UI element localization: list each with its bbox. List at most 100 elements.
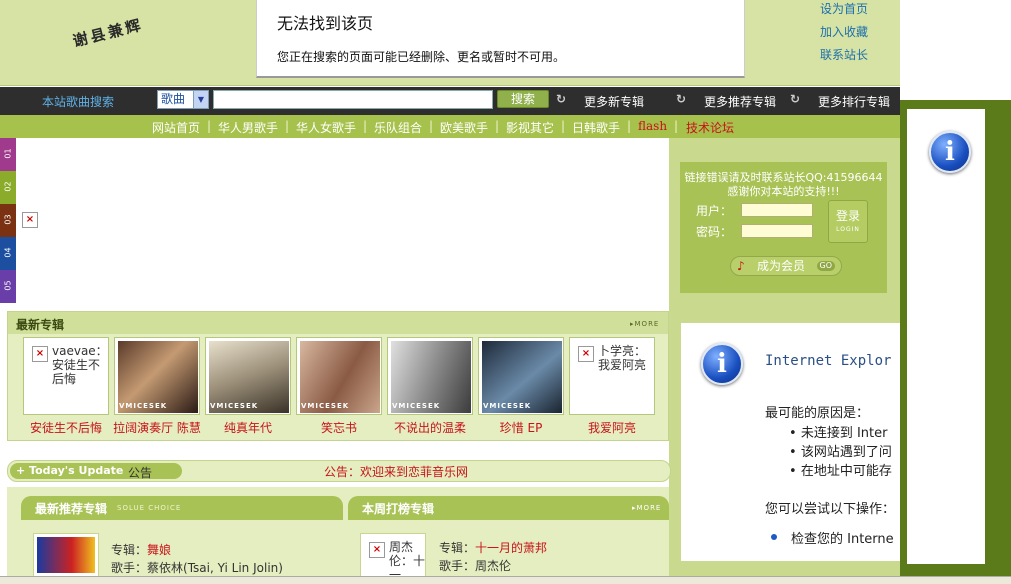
new-albums-header: 最新专辑 ▸MORE bbox=[8, 312, 668, 334]
album-thumb[interactable]: VMICESEK bbox=[296, 337, 382, 415]
broken-image-icon: × bbox=[369, 542, 385, 558]
side-tab-05[interactable]: 05 bbox=[0, 270, 16, 303]
error-title: 无法找到该页 bbox=[277, 14, 374, 33]
nav-jpkr[interactable]: 日韩歌手 bbox=[572, 119, 620, 136]
refresh-icon[interactable]: ↻ bbox=[790, 92, 800, 106]
recommended-album: 专辑：舞娘 bbox=[111, 543, 172, 557]
side-tab-03[interactable]: 03 bbox=[0, 204, 16, 237]
nav-male-singers[interactable]: 华人男歌手 bbox=[218, 119, 278, 136]
weekly-album: 专辑：十一月的萧邦 bbox=[439, 541, 548, 555]
album-caption[interactable]: 纯真年代 bbox=[198, 419, 298, 436]
contact-admin-link[interactable]: 联系站长 bbox=[820, 46, 868, 63]
set-homepage-link[interactable]: 设为首页 bbox=[820, 0, 868, 17]
search-button[interactable]: 搜索 bbox=[497, 90, 549, 108]
nav-home[interactable]: 网站首页 bbox=[152, 119, 200, 136]
nav-film[interactable]: 影视其它 bbox=[506, 119, 554, 136]
ie-reason-heading: 最可能的原因是： bbox=[765, 406, 870, 421]
nav-divider: | bbox=[674, 119, 679, 133]
ie-info-panel: i bbox=[907, 109, 985, 564]
info-icon: i bbox=[701, 343, 743, 385]
section-title: 最新专辑 bbox=[16, 318, 65, 332]
weekly-header: 本周打榜专辑 ▸MORE bbox=[348, 496, 669, 520]
album-caption[interactable]: 拉阔演奏厅 陈慧 bbox=[107, 419, 207, 436]
side-tab-02[interactable]: 02 bbox=[0, 171, 16, 204]
more-link[interactable]: ▸MORE bbox=[630, 320, 659, 328]
album-alt-text: 卜学亮：我爱阿亮 bbox=[598, 344, 647, 372]
ie-try-heading: 您可以尝试以下操作： bbox=[765, 502, 896, 517]
album-thumb[interactable]: × vaevae：安徒生不后悔 bbox=[23, 337, 109, 415]
nav-bands[interactable]: 乐队组合 bbox=[374, 119, 422, 136]
notice-tab-label[interactable]: 公告 bbox=[128, 464, 152, 481]
nav-female-singers[interactable]: 华人女歌手 bbox=[296, 119, 356, 136]
side-tabs: 01 02 03 04 05 bbox=[0, 138, 16, 303]
side-tab-04[interactable]: 04 bbox=[0, 237, 16, 270]
side-tab-01[interactable]: 01 bbox=[0, 138, 16, 171]
today-update-bar: + Today's Update 公告 公告：欢迎来到恋菲音乐网 bbox=[7, 460, 671, 482]
ie-reason-1: • 未连接到 Inter bbox=[789, 426, 888, 441]
album-caption[interactable]: 珍惜 EP bbox=[471, 419, 571, 436]
password-label: 密码： bbox=[696, 225, 733, 239]
album-thumb[interactable]: VMICESEK bbox=[205, 337, 291, 415]
more-recommended-link[interactable]: 更多推荐专辑 bbox=[704, 93, 776, 110]
album-thumb[interactable]: × 周杰伦：十一 bbox=[360, 533, 426, 582]
nav-divider: | bbox=[561, 119, 566, 133]
notice-text: 公告：欢迎来到恋菲音乐网 bbox=[324, 465, 469, 479]
nav-forum[interactable]: 技术论坛 bbox=[686, 119, 734, 136]
add-favorite-link[interactable]: 加入收藏 bbox=[820, 23, 868, 40]
album-caption[interactable]: 笑忘书 bbox=[289, 419, 389, 436]
nav-divider: | bbox=[207, 119, 212, 133]
album-thumb[interactable]: × 卜学亮：我爱阿亮 bbox=[569, 337, 655, 415]
today-update-tab[interactable]: + Today's Update 公告 bbox=[10, 463, 182, 481]
music-note-icon: ♪ bbox=[737, 259, 745, 273]
flash-banner: × bbox=[16, 138, 668, 303]
album-thumb[interactable] bbox=[33, 533, 99, 577]
ie-action-1[interactable]: 检查您的 Interne bbox=[791, 528, 894, 547]
nav-flash[interactable]: flash bbox=[638, 119, 667, 133]
nav-western[interactable]: 欧美歌手 bbox=[440, 119, 488, 136]
login-box: 链接错误请及时联系站长QQ:41596644 感谢你对本站的支持!!! 用户： … bbox=[680, 162, 887, 293]
username-label: 用户： bbox=[696, 204, 733, 218]
section-title: 最新推荐专辑 bbox=[35, 502, 108, 516]
nav-divider: | bbox=[495, 119, 500, 133]
more-new-albums-link[interactable]: 更多新专辑 bbox=[584, 93, 644, 110]
weekly-artist: 歌手：周杰伦 bbox=[439, 559, 512, 573]
bullet-icon bbox=[771, 534, 777, 540]
search-category-value: 歌曲 bbox=[161, 92, 186, 106]
search-input[interactable] bbox=[213, 90, 493, 109]
today-update-label: + Today's Update bbox=[16, 464, 124, 477]
ie-error-frame: i Internet Explor 最可能的原因是： • 未连接到 Inter … bbox=[681, 323, 900, 561]
section-subtitle: SOLUE CHOICE bbox=[117, 504, 182, 512]
album-caption[interactable]: 安徒生不后悔 bbox=[16, 419, 116, 436]
album-thumb[interactable]: VMICESEK bbox=[478, 337, 564, 415]
nav-divider: | bbox=[363, 119, 368, 133]
new-albums-section: 最新专辑 ▸MORE × vaevae：安徒生不后悔 VMICESEK VMIC… bbox=[7, 311, 669, 441]
album-thumb[interactable]: VMICESEK bbox=[387, 337, 473, 415]
album-alt-text: vaevae：安徒生不后悔 bbox=[52, 344, 108, 386]
username-field[interactable] bbox=[741, 203, 813, 217]
go-badge: GO bbox=[816, 261, 835, 271]
album-caption[interactable]: 我爱阿亮 bbox=[562, 419, 662, 436]
album-caption[interactable]: 不说出的温柔 bbox=[380, 419, 480, 436]
nav-divider: | bbox=[627, 119, 632, 133]
password-field[interactable] bbox=[741, 224, 813, 238]
error-frame: 无法找到该页 您正在搜索的页面可能已经删除、更名或暂时不可用。 bbox=[256, 0, 745, 78]
ie-error-title: Internet Explor bbox=[765, 353, 892, 369]
more-link[interactable]: ▸MORE bbox=[632, 504, 661, 512]
login-note: 链接错误请及时联系站长QQ:41596644 感谢你对本站的支持!!! bbox=[684, 171, 883, 198]
recommended-header: 最新推荐专辑 SOLUE CHOICE bbox=[21, 496, 343, 520]
refresh-icon[interactable]: ↻ bbox=[676, 92, 686, 106]
album-thumb[interactable]: VMICESEK bbox=[114, 337, 200, 415]
ie-reason-3: • 在地址中可能存 bbox=[789, 464, 892, 479]
search-category-select[interactable]: 歌曲 ▼ bbox=[157, 90, 209, 109]
become-member-button[interactable]: ♪ 成为会员 GO bbox=[730, 256, 842, 276]
ie-reason-2: • 该网站遇到了问 bbox=[789, 445, 892, 460]
broken-image-icon: × bbox=[578, 346, 594, 362]
nav-divider: | bbox=[429, 119, 434, 133]
refresh-icon[interactable]: ↻ bbox=[556, 92, 566, 106]
chevron-down-icon[interactable]: ▼ bbox=[193, 91, 208, 108]
album-cover bbox=[37, 537, 95, 573]
more-charts-link[interactable]: 更多排行专辑 bbox=[818, 93, 890, 110]
login-button[interactable]: 登录 LOGIN bbox=[828, 200, 868, 243]
right-top-space bbox=[900, 0, 1011, 100]
error-message: 您正在搜索的页面可能已经删除、更名或暂时不可用。 bbox=[277, 50, 566, 64]
